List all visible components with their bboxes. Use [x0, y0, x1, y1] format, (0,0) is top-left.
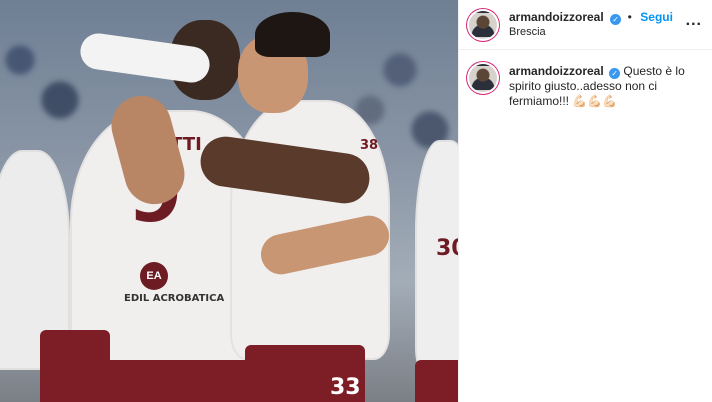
jersey-number-38: 38 — [360, 138, 379, 153]
post-header: armandoizzoreal ✓ • Segui Brescia ... — [459, 0, 712, 50]
sponsor-text: EDIL ACROBATICA — [124, 293, 225, 304]
caption-verified-badge-icon: ✓ — [609, 68, 621, 79]
user-info: armandoizzoreal ✓ • Segui Brescia — [509, 9, 673, 40]
follow-button[interactable]: Segui — [640, 10, 673, 24]
caption-text: armandoizzoreal ✓ Questo è lo spirito gi… — [509, 64, 702, 109]
shorts-number: 33 — [330, 375, 361, 400]
caption-avatar[interactable] — [469, 64, 497, 92]
instagram-post: BELOTTI 9 EA EDIL ACROBATICA 38 33 30 ar… — [0, 0, 712, 402]
username[interactable]: armandoizzoreal — [509, 10, 604, 24]
separator: • — [627, 10, 632, 24]
more-options-icon[interactable]: ... — [686, 12, 702, 30]
sponsor-logo: EA — [140, 262, 168, 290]
side-number: 30 — [436, 236, 458, 261]
player-right-shorts — [415, 360, 458, 402]
caption: armandoizzoreal ✓ Questo è lo spirito gi… — [459, 50, 712, 123]
player-left-shorts — [40, 330, 110, 402]
caption-username[interactable]: armandoizzoreal — [509, 64, 604, 78]
post-sidebar: armandoizzoreal ✓ • Segui Brescia ... ar… — [458, 0, 712, 402]
location-link[interactable]: Brescia — [509, 25, 673, 40]
post-image[interactable]: BELOTTI 9 EA EDIL ACROBATICA 38 33 30 — [0, 0, 458, 402]
verified-badge-icon: ✓ — [610, 14, 622, 25]
caption-emojis: 💪🏻💪🏻💪🏻 — [572, 94, 618, 108]
player-middle-hair — [255, 12, 330, 57]
avatar[interactable] — [469, 11, 497, 39]
